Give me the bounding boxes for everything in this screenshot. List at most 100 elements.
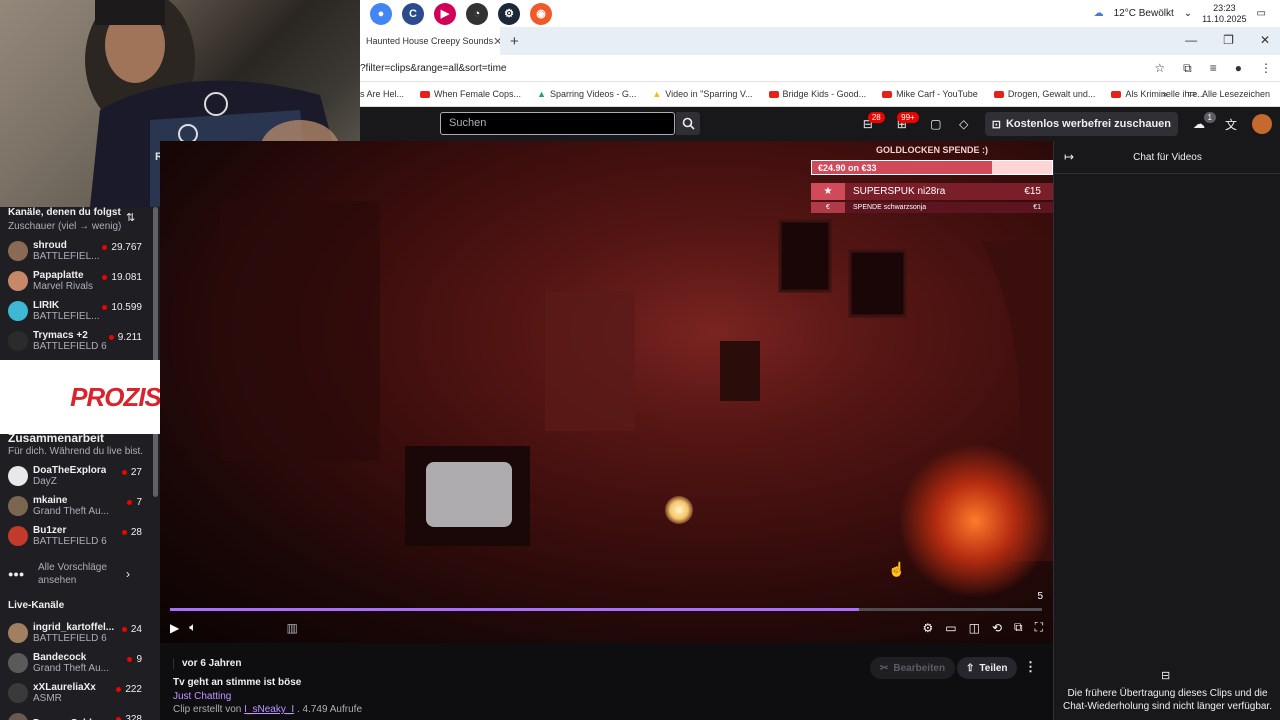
sidebar-channel-item[interactable]: DwayneSchlap...328 [0, 708, 152, 720]
bookmarks-overflow-icon[interactable]: » [1162, 89, 1167, 99]
theatre-mode-icon[interactable]: ▭ [945, 621, 956, 635]
settings-gear-icon[interactable]: ⚙ [923, 621, 934, 635]
weather-icon[interactable]: ☁ [1094, 8, 1104, 19]
channel-avatar [8, 331, 28, 351]
sidebar-channel-item[interactable]: mkaine Grand Theft Au... 7 [0, 491, 152, 521]
time-remaining: 5 [1037, 591, 1043, 602]
bookmark-item[interactable]: s Are Hel... [360, 89, 404, 99]
whispers-button[interactable]: ▢ [929, 117, 943, 131]
drops-button[interactable]: ☁ 1 [1192, 112, 1216, 131]
minimize-icon[interactable]: — [1185, 33, 1197, 47]
bookmark-item[interactable]: Mike Carf - YouTube [882, 89, 978, 99]
sidebar-channel-item[interactable]: Bu1zer BATTLEFIELD 6 28 [0, 521, 152, 551]
live-dot-icon [102, 305, 108, 310]
edit-button[interactable]: ✂ Bearbeiten [870, 657, 956, 679]
extensions-icon[interactable]: ⧉ [1183, 61, 1192, 76]
bookmark-item[interactable]: When Female Cops... [420, 89, 521, 99]
sidebar-channel-item[interactable]: LIRIK BATTLEFIEL... 10.599 [0, 296, 152, 326]
search-input[interactable]: Suchen [440, 112, 675, 135]
sidebar-scrollbar[interactable] [153, 207, 158, 497]
bookmark-item[interactable]: ▲ Video in "Sparring V... [652, 89, 752, 99]
picture-in-picture-icon[interactable]: ⧉ [1014, 620, 1023, 635]
language-icon: 文 [1224, 117, 1237, 132]
language-button[interactable]: 文 [1224, 117, 1238, 132]
chevron-down-icon[interactable]: ⌄ [1184, 8, 1192, 19]
channel-text: DoaTheExplora DayZ [33, 465, 106, 487]
sort-toggle-icon[interactable]: ⇅ [126, 211, 135, 224]
new-tab-icon[interactable]: + [510, 33, 519, 50]
address-bar[interactable]: ?filter=clips&range=all&sort=time ☆ ⧉ ≡ … [360, 55, 1280, 82]
notification-icon[interactable]: ▭ [1257, 8, 1266, 19]
channel-text: Trymacs +2 BATTLEFIELD 6 [33, 330, 107, 352]
collapse-chat-icon[interactable]: ↦ [1064, 150, 1074, 164]
search-button[interactable] [676, 112, 700, 135]
close-tab-icon[interactable]: ✕ [493, 35, 500, 48]
bits-button[interactable]: ◇ [957, 117, 971, 131]
channel-avatar [8, 653, 28, 673]
profile-avatar-icon[interactable]: ● [1235, 61, 1242, 76]
channel-text: Papaplatte Marvel Rivals [33, 270, 93, 292]
ccleaner-icon[interactable]: C [402, 2, 424, 25]
sidebar-channel-item[interactable]: DoaTheExplora DayZ 27 [0, 461, 152, 491]
notifications-button[interactable]: ⊞ 99+ [895, 112, 919, 131]
clip-category-link[interactable]: Just Chatting [173, 691, 231, 702]
ad-free-button[interactable]: ⊡ Kostenlos werbefrei zuschauen [984, 112, 1178, 136]
live-dot-icon [102, 245, 108, 250]
play-icon[interactable]: ▶ [170, 621, 179, 635]
audio-waveform-icon[interactable]: ▥ [286, 621, 297, 635]
browser-menu-icon[interactable]: ⋮ [1260, 61, 1272, 76]
bookmark-item[interactable]: Bridge Kids - Good... [768, 89, 866, 99]
more-options-icon[interactable]: ⋮ [1024, 659, 1037, 675]
all-suggestions-link[interactable]: ●●● Alle Vorschläge ansehen › [0, 558, 152, 590]
channel-game: BATTLEFIELD 6 [33, 633, 107, 644]
sidebar-toggle-icon[interactable]: ◫ [969, 621, 980, 635]
google-drive-icon: ▲ [652, 89, 662, 99]
fullscreen-icon[interactable]: ⛶ [1035, 620, 1043, 635]
share-button[interactable]: ⇧ Teilen [957, 657, 1017, 679]
seek-bar[interactable] [170, 608, 1042, 611]
clip-icon[interactable]: ⟲ [992, 621, 1002, 635]
media-player-icon[interactable]: ▶ [434, 2, 456, 25]
sidebar-channel-item[interactable]: Papaplatte Marvel Rivals 19.081 [0, 266, 152, 296]
chrome-icon[interactable]: ● [370, 2, 392, 25]
close-window-icon[interactable]: ✕ [1260, 33, 1270, 47]
euro-icon: € [811, 202, 845, 213]
volume-icon[interactable]: 🔈︎ [189, 620, 196, 635]
ad-free-label: Kostenlos werbefrei zuschauen [1005, 118, 1171, 130]
bookmark-star-icon[interactable]: ☆ [1154, 61, 1165, 76]
sidebar-channel-item[interactable]: shroud BATTLEFIEL... 29.767 [0, 236, 152, 266]
sidebar-channel-item[interactable]: Bandecock Grand Theft Au... 9 [0, 648, 152, 678]
weather-text[interactable]: 12°C Bewölkt [1114, 8, 1174, 19]
bookmark-item[interactable]: Drogen, Gewalt und... [993, 89, 1095, 99]
media-control-icon[interactable]: ≡ [1210, 61, 1217, 76]
sidebar-channel-item[interactable]: xXLaureliaXx ASMR 222 [0, 678, 152, 708]
seek-bar-fill [170, 608, 859, 611]
live-heading: Live-Kanäle [8, 600, 65, 611]
video-player[interactable]: GOLDLOCKEN SPENDE :) €24.90 on €33 ★ SUP… [160, 141, 1053, 643]
steam-icon[interactable]: ⚙ [498, 2, 520, 25]
viewer-count-value: 27 [130, 467, 142, 478]
origin-icon[interactable]: ◉ [530, 2, 552, 25]
all-bookmarks-label: Alle Lesezeichen [1201, 88, 1270, 99]
user-avatar[interactable] [1252, 114, 1272, 134]
viewer-count-value: 28 [130, 527, 142, 538]
clip-created-prefix: Clip erstellt von [173, 704, 245, 715]
browser-tab[interactable]: Haunted House Creepy Sounds ✕ [360, 27, 500, 55]
url-text[interactable]: ?filter=clips&range=all&sort=time [360, 63, 506, 74]
live-dot-icon [127, 500, 133, 505]
sidebar-channel-item[interactable]: ingrid_kartoffel... BATTLEFIELD 6 24 [0, 618, 152, 648]
channel-avatar [8, 526, 28, 546]
mouse-cursor-icon: ☝ [888, 561, 906, 577]
bookmark-item[interactable]: ▲ Sparring Videos - G... [537, 89, 636, 99]
clip-creator-link[interactable]: I_sNeaky_I [244, 704, 294, 715]
channel-game: Marvel Rivals [33, 281, 94, 292]
chat-unavailable-message: Die frühere Übertragung dieses Clips und… [1062, 688, 1272, 712]
speedometer-icon[interactable]: ◔ [466, 2, 488, 25]
maximize-icon[interactable]: ❐ [1223, 33, 1234, 47]
clock[interactable]: 23:23 11.10.2025 [1202, 3, 1246, 25]
sidebar-channel-item[interactable]: Trymacs +2 BATTLEFIELD 6 9.211 [0, 326, 152, 356]
live-dot-icon [121, 530, 127, 535]
all-bookmarks[interactable]: » ▭ Alle Lesezeichen [1162, 88, 1270, 99]
fire-glow [900, 441, 1050, 601]
inbox-button[interactable]: ⊟ 28 [861, 112, 885, 131]
